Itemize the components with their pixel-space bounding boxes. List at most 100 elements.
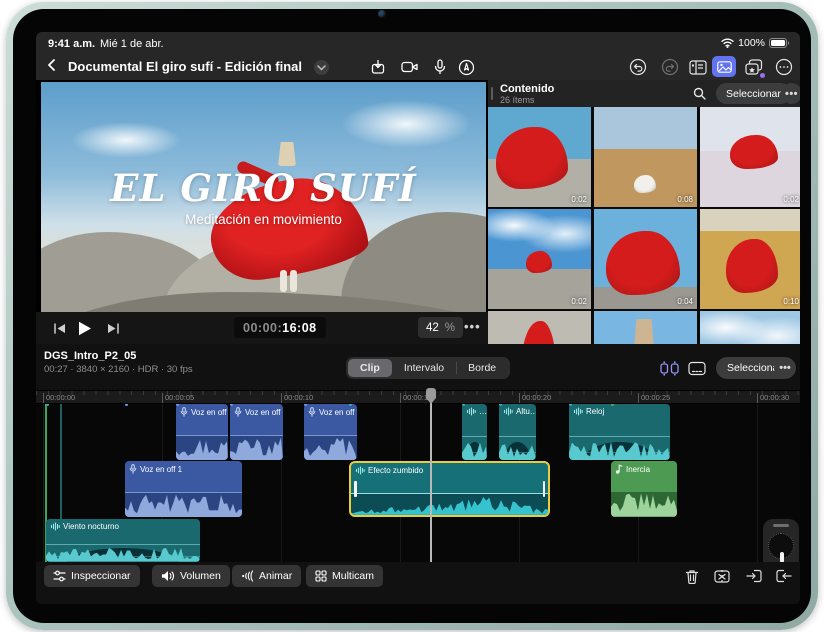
- trim-handle-right[interactable]: [543, 481, 546, 497]
- viewer-more-button[interactable]: •••: [464, 319, 481, 334]
- clip-label: Altu…: [516, 407, 536, 416]
- content-select-button[interactable]: Seleccionar: [716, 83, 791, 104]
- ipad-device: 9:41 a.m. Mié 1 de abr. 100% Documental …: [6, 2, 818, 630]
- multicam-button[interactable]: Multicam: [306, 565, 383, 587]
- ruler-label: 00:00:05: [162, 393, 194, 403]
- timeline-clip-viento-nocturno[interactable]: Viento nocturno: [46, 519, 200, 562]
- more-button[interactable]: [774, 57, 794, 77]
- trim-handle-left[interactable]: [354, 481, 357, 497]
- volume-button[interactable]: Volumen: [152, 565, 230, 587]
- dervish-figure: [730, 135, 778, 169]
- volume-label: Volumen: [180, 570, 221, 582]
- timeline-more-button[interactable]: •••: [774, 357, 796, 379]
- insert-left-icon[interactable]: [744, 566, 764, 586]
- tab-intervalo[interactable]: Intervalo: [392, 359, 456, 377]
- waveform-icon: [573, 407, 583, 416]
- media-thumbnail[interactable]: [594, 311, 697, 344]
- mic-icon: [180, 407, 188, 417]
- animate-button[interactable]: Animar: [232, 565, 301, 587]
- timeline-clip-voz-en-off-2[interactable]: Voz en off 2: [176, 404, 228, 460]
- redo-button[interactable]: [660, 57, 680, 77]
- battery-percent: 100%: [738, 37, 765, 49]
- content-grid: 0:020:080:020:020:040:10: [488, 107, 800, 344]
- clip-label: Inercia: [626, 465, 650, 474]
- tab-clip[interactable]: Clip: [348, 359, 392, 377]
- status-time: 9:41 a.m.: [48, 38, 95, 50]
- waveform-icon: [355, 466, 365, 475]
- timeline-clip--[interactable]: …: [462, 404, 487, 460]
- pencil-tools-button[interactable]: [456, 57, 476, 77]
- back-button[interactable]: [44, 57, 64, 77]
- timeline-clip-altu-[interactable]: Altu…: [499, 404, 536, 460]
- undo-button[interactable]: [628, 57, 648, 77]
- timeline-clip-voz-en-off-2[interactable]: Voz en off 2: [230, 404, 283, 460]
- search-button[interactable]: [689, 83, 710, 104]
- overlay-view-icon[interactable]: [686, 358, 708, 378]
- media-browser-button[interactable]: [712, 56, 736, 77]
- panel-drag-handle[interactable]: [491, 87, 493, 100]
- timeline-clip-reloj[interactable]: Reloj: [569, 404, 670, 460]
- clip-duration: 0:02: [571, 195, 587, 204]
- media-thumbnail[interactable]: 0:02: [700, 107, 800, 207]
- dervish-figure: [496, 127, 568, 189]
- media-thumbnail[interactable]: 0:04: [594, 209, 697, 309]
- play-button[interactable]: [76, 319, 94, 337]
- skip-back-icon[interactable]: [50, 319, 68, 337]
- media-thumbnail[interactable]: [700, 311, 800, 344]
- clip-duration: 0:04: [677, 297, 693, 306]
- audio-waveform: [176, 435, 228, 460]
- timeline-ruler[interactable]: 00:00:0000:00:0500:00:1000:00:1500:00:20…: [36, 390, 800, 404]
- video-title-text: EL GIRO SUFÍ: [41, 166, 486, 210]
- clouds: [700, 311, 800, 344]
- audio-waveform: [611, 492, 677, 517]
- browser-layout-button[interactable]: [688, 57, 708, 77]
- content-more-button[interactable]: •••: [781, 83, 800, 104]
- video-viewer[interactable]: EL GIRO SUFÍ Meditación en movimiento: [41, 82, 486, 312]
- media-thumbnail[interactable]: [488, 311, 591, 344]
- media-thumbnail[interactable]: 0:08: [594, 107, 697, 207]
- timeline-section: DGS_Intro_P2_05 00:27 · 3840 × 2160 · HD…: [36, 344, 800, 604]
- zoom-level-control[interactable]: 42 %: [418, 317, 463, 338]
- clip-duration: 0:10: [783, 297, 799, 306]
- clip-label: Voz en off 3: [319, 408, 357, 417]
- timeline-clip-voz-en-off-3[interactable]: Voz en off 3: [304, 404, 357, 460]
- gridline: [43, 404, 44, 562]
- audio-waveform: [569, 441, 670, 460]
- media-thumbnail[interactable]: 0:02: [488, 209, 591, 309]
- zoom-value: 42: [426, 322, 439, 334]
- waveform-icon: [503, 407, 513, 416]
- media-thumbnail[interactable]: 0:02: [488, 107, 591, 207]
- timeline-clip-voz-en-off-1[interactable]: Voz en off 1: [125, 461, 242, 517]
- timeline-clip-efecto-zumbido[interactable]: Efecto zumbido: [349, 461, 550, 517]
- inspect-button[interactable]: Inspeccionar: [44, 565, 140, 587]
- front-camera: [378, 10, 386, 18]
- timeline-clip-inercia[interactable]: Inercia: [611, 461, 677, 517]
- delete-icon[interactable]: [682, 566, 702, 586]
- clip-duration: 0:02: [571, 297, 587, 306]
- insert-right-icon[interactable]: [774, 566, 794, 586]
- camera-button[interactable]: [400, 57, 420, 77]
- effects-button[interactable]: [744, 57, 764, 77]
- jog-handle[interactable]: [773, 524, 789, 527]
- jog-knob[interactable]: [768, 533, 794, 559]
- audio-waveform: [351, 493, 548, 515]
- media-thumbnail[interactable]: 0:10: [700, 209, 800, 309]
- video-subtitle-text: Meditación en movimiento: [41, 212, 486, 227]
- project-title: Documental El giro sufí - Edición final: [68, 59, 302, 74]
- dervish-figure: [606, 231, 680, 295]
- mic-icon: [129, 464, 137, 474]
- timeline-tracks[interactable]: Voz en off 2Voz en off 2 Voz en off 3 … Alt…: [36, 404, 800, 562]
- tab-borde[interactable]: Borde: [456, 359, 508, 377]
- ruler-label: 00:00:30: [757, 393, 789, 403]
- inspect-label: Inspeccionar: [71, 570, 131, 582]
- clip-start-marker: [46, 404, 49, 406]
- skip-forward-icon[interactable]: [104, 319, 122, 337]
- animate-icon: [241, 570, 254, 582]
- timecode-display[interactable]: 00:00:16:08: [234, 317, 326, 338]
- title-chevron-button[interactable]: [314, 60, 329, 75]
- playhead[interactable]: [430, 390, 432, 562]
- import-button[interactable]: [368, 57, 388, 77]
- split-icon[interactable]: [712, 566, 732, 586]
- magnetic-timeline-icon[interactable]: [658, 358, 680, 378]
- microphone-button[interactable]: [430, 57, 450, 77]
